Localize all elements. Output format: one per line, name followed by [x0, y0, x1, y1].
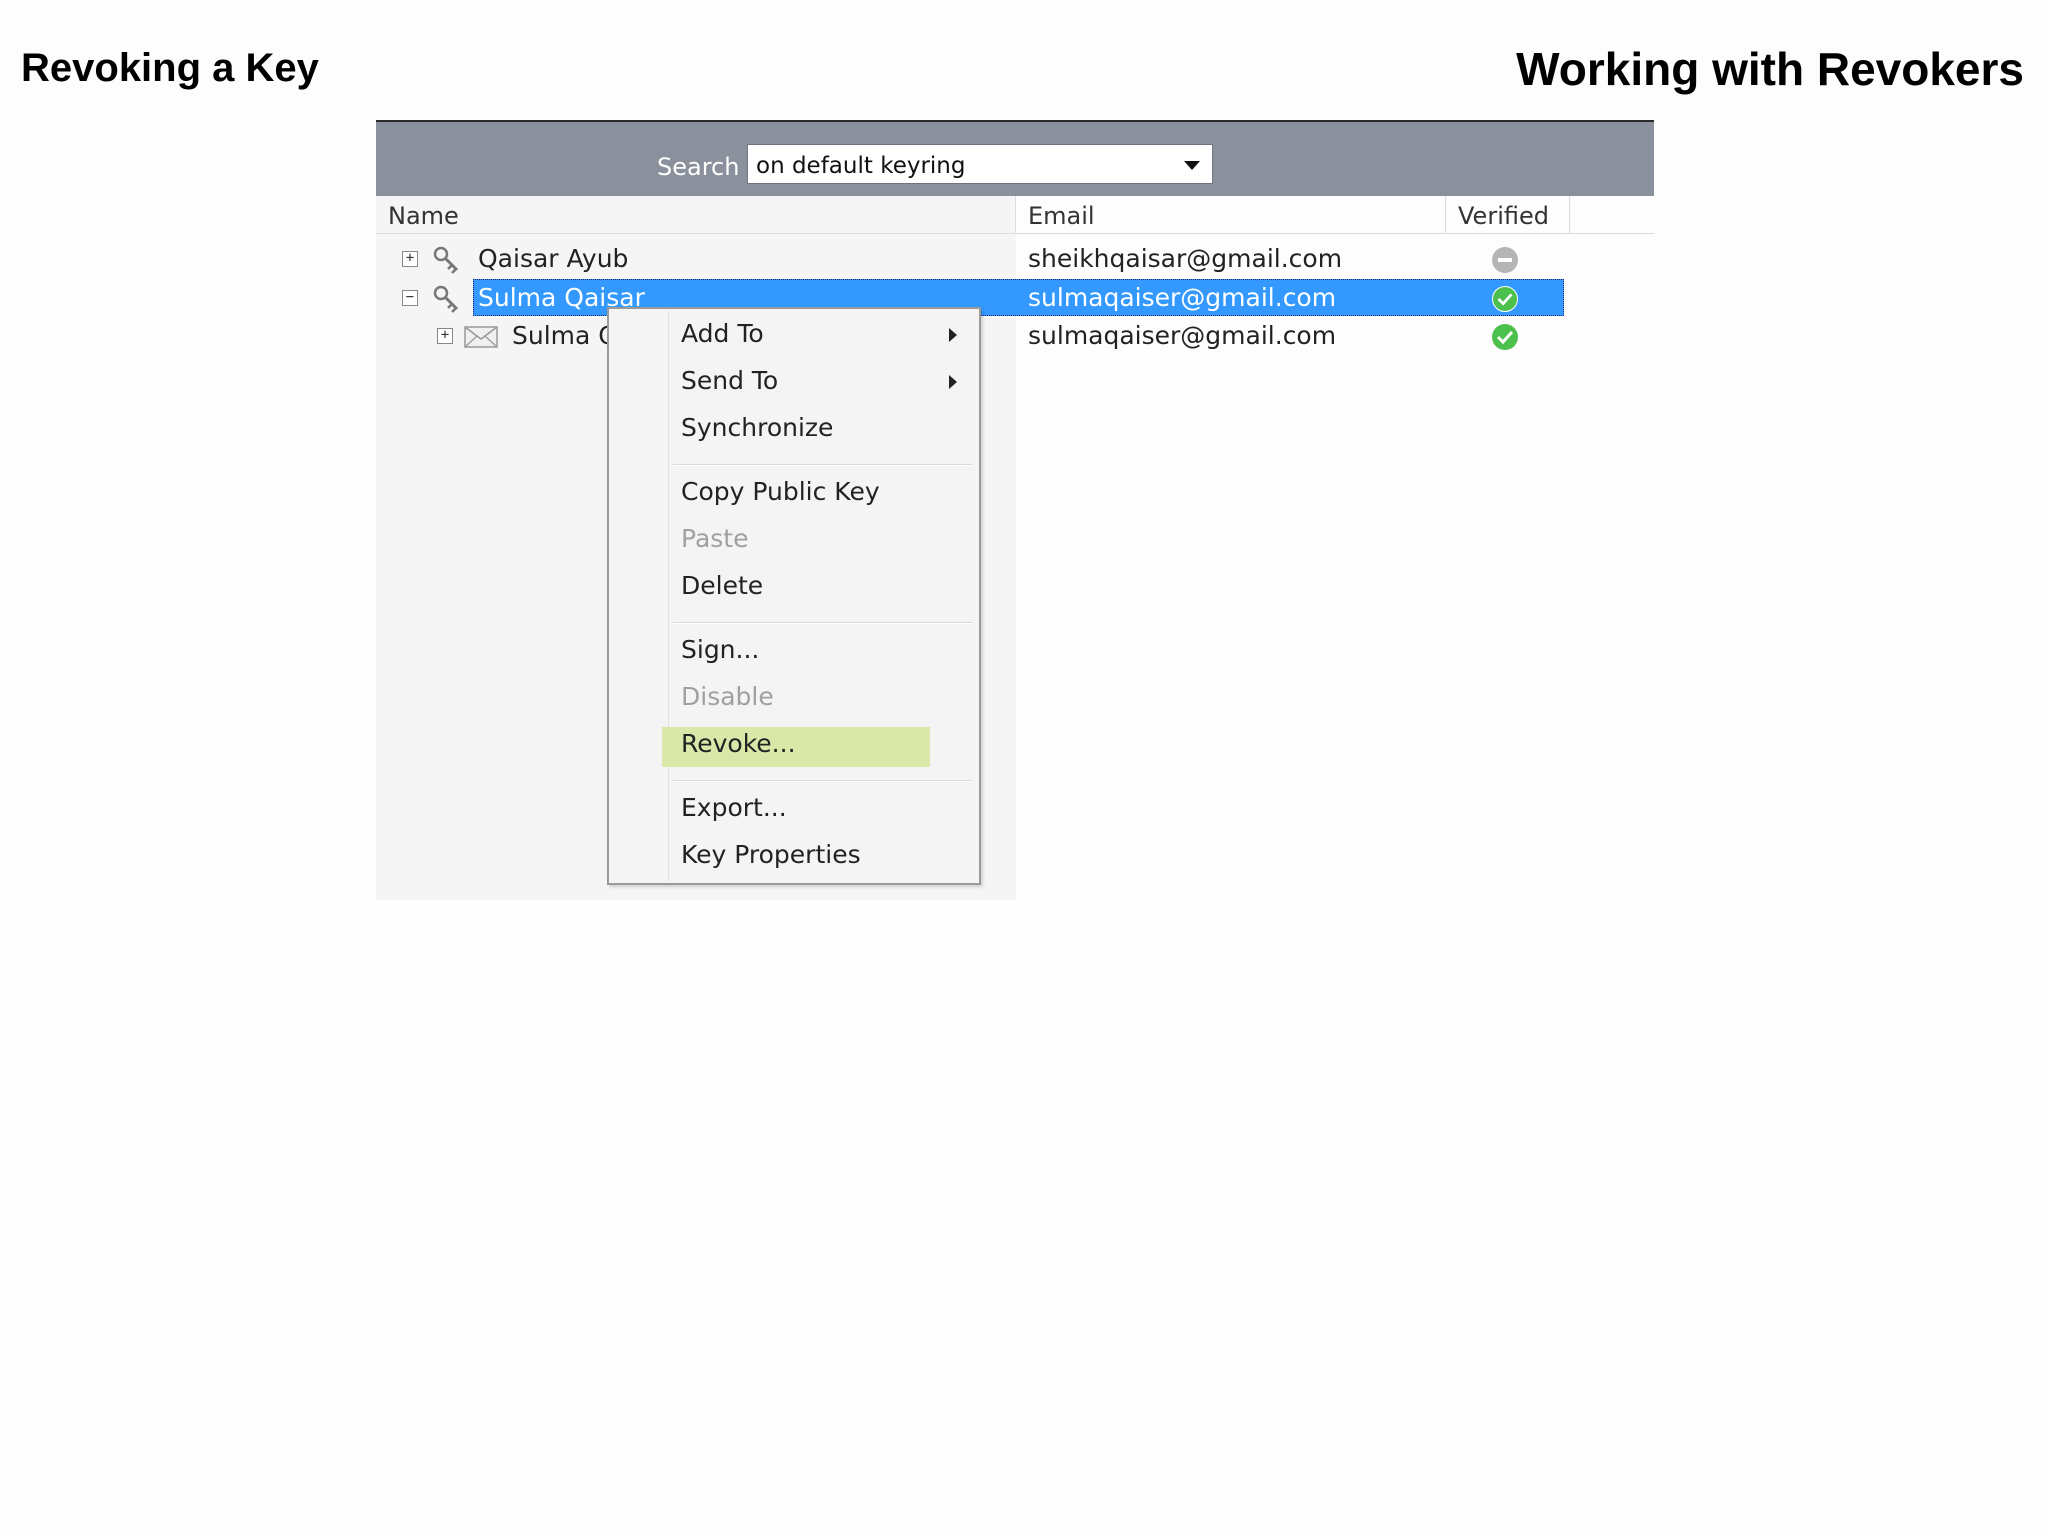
column-header-filler [1570, 196, 1654, 234]
table-row[interactable]: + Sulma Q sulmaqaiser@gmail.com [376, 317, 1654, 355]
column-header-verified[interactable]: Verified [1446, 196, 1570, 234]
verified-check-icon [1492, 324, 1518, 350]
envelope-icon [464, 326, 498, 348]
menu-item-paste: Paste [681, 524, 749, 553]
column-header-email[interactable]: Email [1016, 196, 1446, 234]
menu-item-key-properties[interactable]: Key Properties [681, 840, 861, 869]
keyring-select[interactable]: on default keyring [747, 144, 1213, 184]
table-row-selected[interactable]: − Sulma Qaisar sulmaqaiser@gmail.com [376, 279, 1654, 317]
menu-separator [673, 622, 973, 624]
menu-item-synchronize[interactable]: Synchronize [681, 413, 833, 442]
key-icon [433, 246, 459, 274]
search-toolbar: Search on default keyring [376, 120, 1654, 198]
column-header-name[interactable]: Name [376, 196, 1016, 234]
key-name: Qaisar Ayub [478, 244, 629, 273]
keyring-select-value: on default keyring [756, 153, 966, 179]
menu-separator [673, 464, 973, 466]
collapse-toggle[interactable]: − [402, 290, 418, 306]
menu-item-add-to[interactable]: Add To [681, 319, 764, 348]
menu-icon-gutter [668, 311, 669, 881]
menu-item-disable: Disable [681, 682, 774, 711]
table-row[interactable]: + Qaisar Ayub sheikhqaisar@gmail.com [376, 240, 1654, 278]
menu-item-sign[interactable]: Sign... [681, 635, 759, 664]
menu-item-revoke[interactable]: Revoke... [681, 729, 796, 758]
user-id-name: Sulma Q [512, 321, 618, 350]
verified-check-icon [1492, 286, 1518, 312]
slide-title-right: Working with Revokers [1516, 43, 2024, 95]
search-label: Search [657, 153, 740, 181]
slide-title-left: Revoking a Key [21, 46, 319, 90]
not-verified-icon [1492, 247, 1518, 273]
expand-toggle[interactable]: + [437, 328, 453, 344]
key-email: sheikhqaisar@gmail.com [1028, 244, 1343, 273]
context-menu: Add To Send To Synchronize Copy Public K… [607, 307, 981, 885]
menu-item-export[interactable]: Export... [681, 793, 787, 822]
key-icon [433, 285, 459, 313]
menu-item-delete[interactable]: Delete [681, 571, 763, 600]
menu-separator [673, 780, 973, 782]
key-email: sulmaqaiser@gmail.com [1028, 283, 1337, 312]
submenu-arrow-icon [949, 375, 957, 389]
expand-toggle[interactable]: + [402, 251, 418, 267]
menu-item-copy-public-key[interactable]: Copy Public Key [681, 477, 880, 506]
menu-item-send-to[interactable]: Send To [681, 366, 778, 395]
user-id-email: sulmaqaiser@gmail.com [1028, 321, 1337, 350]
submenu-arrow-icon [949, 328, 957, 342]
chevron-down-icon[interactable] [1184, 161, 1200, 170]
pgp-keys-window: Search on default keyring Name Email Ver… [376, 120, 1654, 900]
